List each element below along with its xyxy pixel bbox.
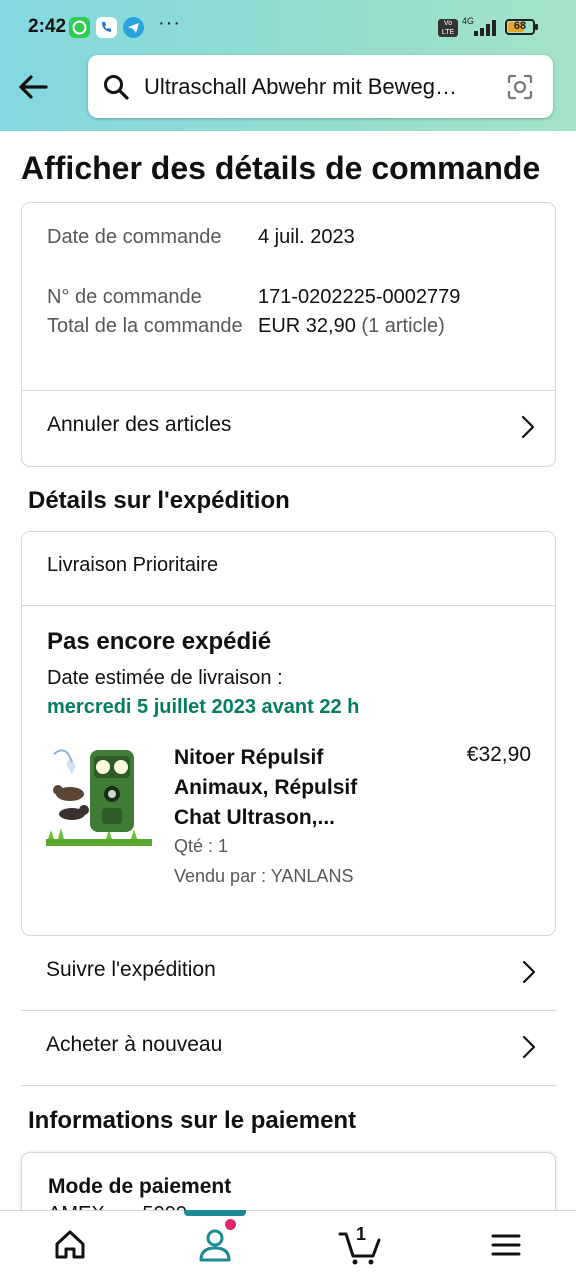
search-input[interactable]: Ultraschall Abwehr mit Beweg… <box>144 74 494 100</box>
order-total: EUR 32,90 (1 article) <box>258 311 445 341</box>
cancel-items-link[interactable]: Annuler des articles <box>22 391 555 465</box>
telegram-icon <box>123 17 144 38</box>
nav-active-indicator <box>184 1210 246 1216</box>
order-total-label: Total de la commande <box>47 315 243 337</box>
product-seller: Vendu par : YANLANS <box>174 866 354 886</box>
chevron-right-icon <box>521 415 535 439</box>
battery-level: 68 <box>513 20 527 32</box>
payment-method-label: Mode de paiement <box>48 1175 232 1198</box>
order-summary-card: Date de commande 4 juil. 2023 N° de comm… <box>21 202 556 467</box>
divider <box>22 605 555 606</box>
order-number-value: 171-0202225-0002779 <box>258 286 461 308</box>
order-date-label: Date de commande <box>47 226 222 248</box>
chevron-right-icon <box>522 960 536 984</box>
page-title: Afficher des détails de commande <box>21 150 541 186</box>
more-notifications-icon: ··· <box>158 12 181 34</box>
cart-count: 1 <box>356 1224 367 1244</box>
order-number-label: N° de commande <box>47 286 202 308</box>
order-date-value: 4 juil. 2023 <box>258 226 355 248</box>
back-arrow-icon[interactable] <box>16 70 50 104</box>
buy-again-link[interactable]: Acheter à nouveau <box>21 1011 556 1086</box>
status-bar: 2:42 ··· Vo LTE 4G 68 <box>0 0 576 56</box>
product-image[interactable] <box>46 744 152 850</box>
menu-icon[interactable] <box>481 1220 531 1270</box>
notification-dot <box>225 1219 236 1230</box>
battery-icon: 68 <box>505 19 538 35</box>
volte-icon: Vo LTE <box>438 19 458 37</box>
search-icon[interactable] <box>102 73 130 106</box>
track-shipment-label: Suivre l'expédition <box>46 958 216 981</box>
product-price: €32,90 <box>466 743 531 766</box>
buy-again-label: Acheter à nouveau <box>46 1033 223 1056</box>
delivery-estimate-date: mercredi 5 juillet 2023 avant 22 h <box>47 696 360 718</box>
shipping-method: Livraison Prioritaire <box>47 554 219 576</box>
order-total-value: EUR 32,90 <box>258 315 356 337</box>
network-type: 4G <box>462 16 475 26</box>
camera-lens-icon[interactable] <box>506 73 534 106</box>
status-time: 2:42 <box>28 16 67 37</box>
shipment-status: Pas encore expédié <box>47 628 272 655</box>
delivery-estimate-label: Date estimée de livraison : <box>47 667 283 689</box>
signal-icon <box>474 20 498 36</box>
product-quantity: Qté : 1 <box>174 836 229 856</box>
whatsapp-icon <box>69 17 90 38</box>
product-title-link[interactable]: Nitoer Répulsif Animaux, Répulsif Chat U… <box>174 743 374 833</box>
order-item-count: (1 article) <box>361 315 445 337</box>
payment-section-title: Informations sur le paiement <box>28 1107 357 1134</box>
shipping-section-title: Détails sur l'expédition <box>28 487 290 514</box>
track-shipment-link[interactable]: Suivre l'expédition <box>21 936 556 1011</box>
search-bar[interactable]: Ultraschall Abwehr mit Beweg… <box>88 55 553 118</box>
chevron-right-icon <box>522 1035 536 1059</box>
phone-icon <box>96 17 117 38</box>
home-icon[interactable] <box>45 1220 95 1270</box>
shipment-card: Livraison Prioritaire Pas encore expédié… <box>21 531 556 936</box>
cancel-items-label: Annuler des articles <box>47 413 232 436</box>
